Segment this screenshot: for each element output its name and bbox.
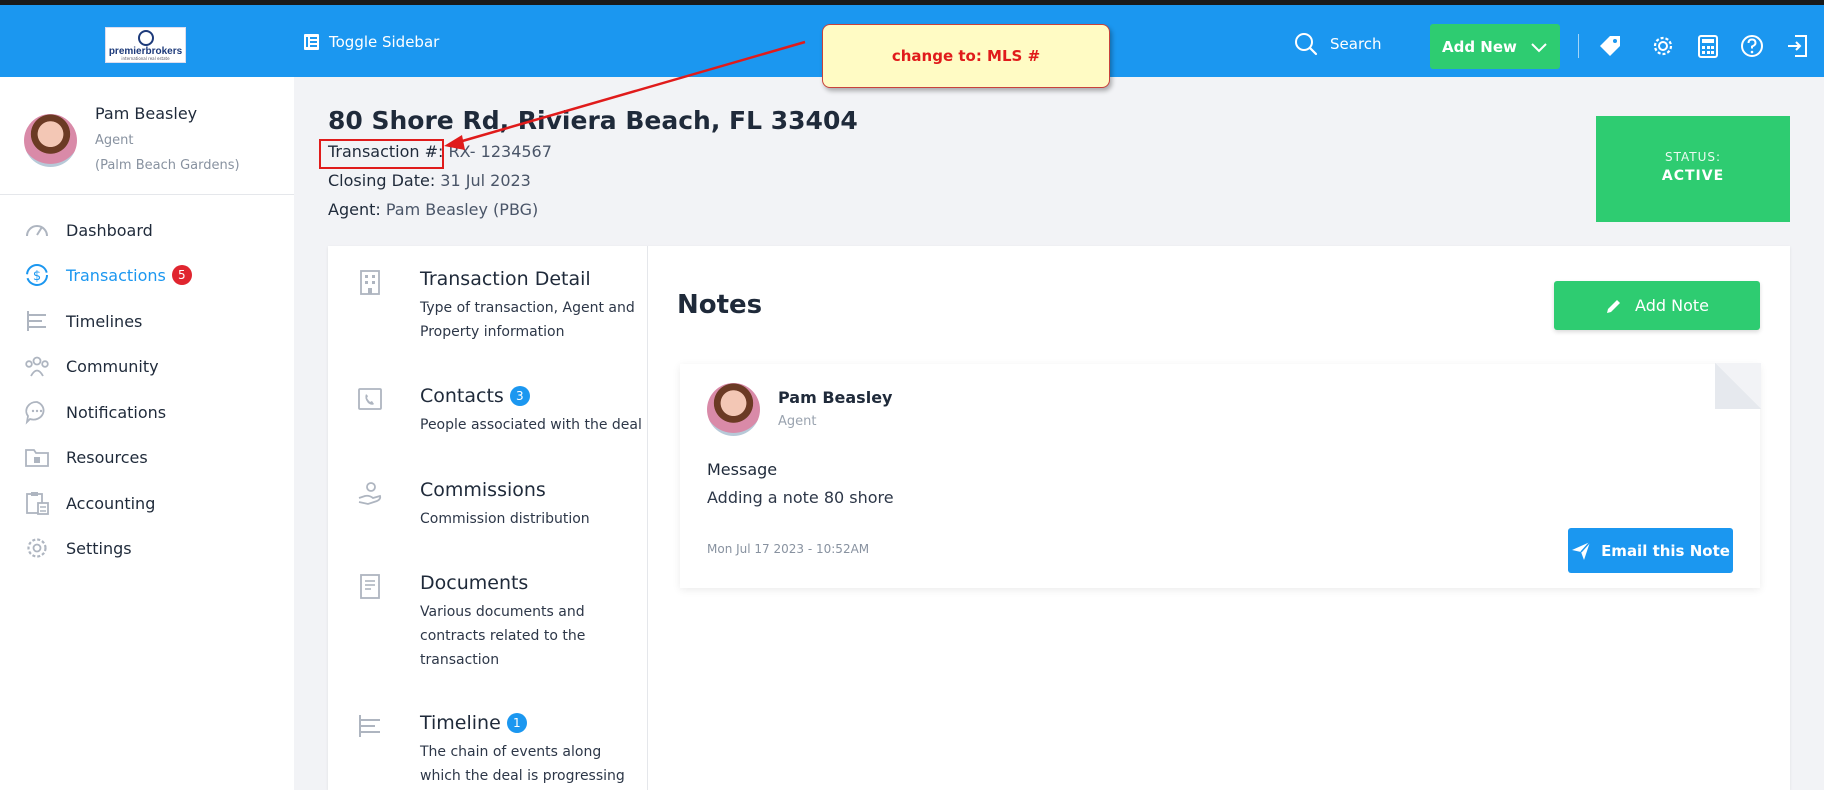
sidebar-item-community[interactable]: Community xyxy=(24,353,159,379)
agent-label: Agent: xyxy=(328,200,381,219)
phone-book-icon xyxy=(358,388,382,410)
section-title: Timeline xyxy=(420,712,501,734)
sidebar: Pam Beasley Agent (Palm Beach Gardens) D… xyxy=(0,77,294,790)
closing-date-label: Closing Date: xyxy=(328,171,436,190)
section-title-row: Timeline 1 xyxy=(420,712,527,734)
gear-icon[interactable] xyxy=(1650,33,1676,59)
search-button[interactable]: Search xyxy=(1294,32,1382,56)
sidebar-item-label: Resources xyxy=(66,447,148,467)
gear-icon xyxy=(27,538,47,558)
help-icon[interactable] xyxy=(1739,33,1765,59)
hand-money-icon xyxy=(358,482,382,505)
company-logo[interactable]: premierbrokers international real estate xyxy=(105,27,186,63)
closing-date-value: 31 Jul 2023 xyxy=(440,171,531,190)
sidebar-item-label: Settings xyxy=(66,538,132,558)
dollar-cycle-icon: $ xyxy=(26,264,48,286)
calculator-icon[interactable] xyxy=(1695,33,1721,59)
section-description: People associated with the deal xyxy=(420,417,642,433)
folder-icon xyxy=(25,449,49,467)
toggle-sidebar-label: Toggle Sidebar xyxy=(329,33,440,51)
sidebar-item-accounting[interactable]: Accounting xyxy=(24,490,155,516)
section-description: Type of transaction, Agent and Property … xyxy=(420,300,635,340)
section-title: Documents xyxy=(420,572,529,594)
status-value: ACTIVE xyxy=(1661,168,1725,184)
clipboard-calculator-icon xyxy=(26,492,49,515)
logo-mark-icon xyxy=(137,30,154,46)
section-title-row: Contacts 3 xyxy=(420,385,530,407)
agent-row: Agent: Pam Beasley (PBG) xyxy=(328,200,538,219)
closing-date-row: Closing Date: 31 Jul 2023 xyxy=(328,171,531,190)
note-card: Pam Beasley Agent Message Adding a note … xyxy=(680,363,1761,588)
sidebar-item-label: Dashboard xyxy=(66,220,153,240)
user-profile[interactable]: Pam Beasley Agent (Palm Beach Gardens) xyxy=(0,77,294,195)
note-card-fold xyxy=(1715,363,1761,409)
avatar xyxy=(707,383,760,436)
pencil-icon xyxy=(1607,299,1621,313)
note-author-role: Agent xyxy=(778,414,817,429)
timeline-count-badge: 1 xyxy=(506,713,527,733)
annotation-callout: change to: MLS # xyxy=(822,24,1110,88)
sidebar-item-transactions[interactable]: $ Transactions 5 xyxy=(24,262,192,288)
profile-name: Pam Beasley xyxy=(95,104,198,123)
timeline-icon xyxy=(359,715,380,737)
search-label: Search xyxy=(1330,35,1382,53)
sidebar-toggle-icon xyxy=(304,34,319,50)
status-label: STATUS: xyxy=(1664,150,1722,164)
section-description: Various documents and contracts related … xyxy=(420,604,586,668)
notes-heading: Notes xyxy=(677,290,763,320)
add-note-label: Add Note xyxy=(1635,296,1709,315)
chevron-down-icon xyxy=(1531,43,1547,53)
sidebar-item-label: Transactions xyxy=(66,265,166,285)
add-note-button[interactable]: Add Note xyxy=(1554,281,1760,330)
search-icon xyxy=(1295,33,1318,56)
transaction-sections-menu: Transaction Detail Type of transaction, … xyxy=(328,246,648,790)
annotation-highlight-box xyxy=(319,139,444,169)
transactions-count-badge: 5 xyxy=(171,265,192,285)
send-icon xyxy=(1572,540,1591,560)
sidebar-item-label: Notifications xyxy=(66,402,167,422)
sidebar-item-label: Timelines xyxy=(66,311,143,331)
email-note-label: Email this Note xyxy=(1601,541,1730,560)
avatar xyxy=(24,114,77,167)
sidebar-item-label: Community xyxy=(66,356,159,376)
add-new-dropdown[interactable]: Add New xyxy=(1430,24,1560,69)
add-new-label: Add New xyxy=(1442,37,1517,56)
timeline-icon xyxy=(27,311,46,331)
sidebar-item-dashboard[interactable]: Dashboard xyxy=(24,217,153,243)
transaction-number-value: RX- 1234567 xyxy=(448,142,552,161)
note-author: Pam Beasley xyxy=(778,388,893,407)
profile-location: (Palm Beach Gardens) xyxy=(95,158,240,173)
section-title: Contacts xyxy=(420,385,504,407)
sidebar-item-settings[interactable]: Settings xyxy=(24,535,132,561)
note-timestamp: Mon Jul 17 2023 - 10:52AM xyxy=(707,542,870,556)
section-title: Transaction Detail xyxy=(420,268,591,290)
section-description: Commission distribution xyxy=(420,511,590,527)
sidebar-item-timelines[interactable]: Timelines xyxy=(24,308,142,334)
toggle-sidebar-button[interactable]: Toggle Sidebar xyxy=(304,33,439,51)
svg-text:$: $ xyxy=(33,269,41,284)
section-title: Commissions xyxy=(420,479,546,501)
people-icon xyxy=(25,356,49,377)
logout-icon[interactable] xyxy=(1785,33,1811,59)
toolbar-divider xyxy=(1578,34,1579,58)
agent-value: Pam Beasley (PBG) xyxy=(385,200,539,219)
property-address-title: 80 Shore Rd, Riviera Beach, FL 33404 xyxy=(328,106,858,135)
transaction-panel: Transaction Detail Type of transaction, … xyxy=(328,246,1790,790)
document-icon xyxy=(360,574,380,599)
building-icon xyxy=(360,270,380,295)
gauge-icon xyxy=(26,225,48,237)
section-description: The chain of events along which the deal… xyxy=(420,744,625,784)
contacts-count-badge: 3 xyxy=(509,386,530,406)
sidebar-item-resources[interactable]: Resources xyxy=(24,444,148,470)
status-badge: STATUS: ACTIVE xyxy=(1596,116,1790,222)
logo-subtext: international real estate xyxy=(121,56,170,61)
chat-bubble-icon xyxy=(25,401,45,425)
tag-icon[interactable] xyxy=(1597,33,1623,59)
sidebar-item-label: Accounting xyxy=(66,493,156,513)
profile-role: Agent xyxy=(95,133,134,148)
note-message: Adding a note 80 shore xyxy=(707,488,894,507)
sidebar-item-notifications[interactable]: Notifications xyxy=(24,399,166,425)
email-note-button[interactable]: Email this Note xyxy=(1568,528,1733,573)
note-message-label: Message xyxy=(707,460,778,479)
